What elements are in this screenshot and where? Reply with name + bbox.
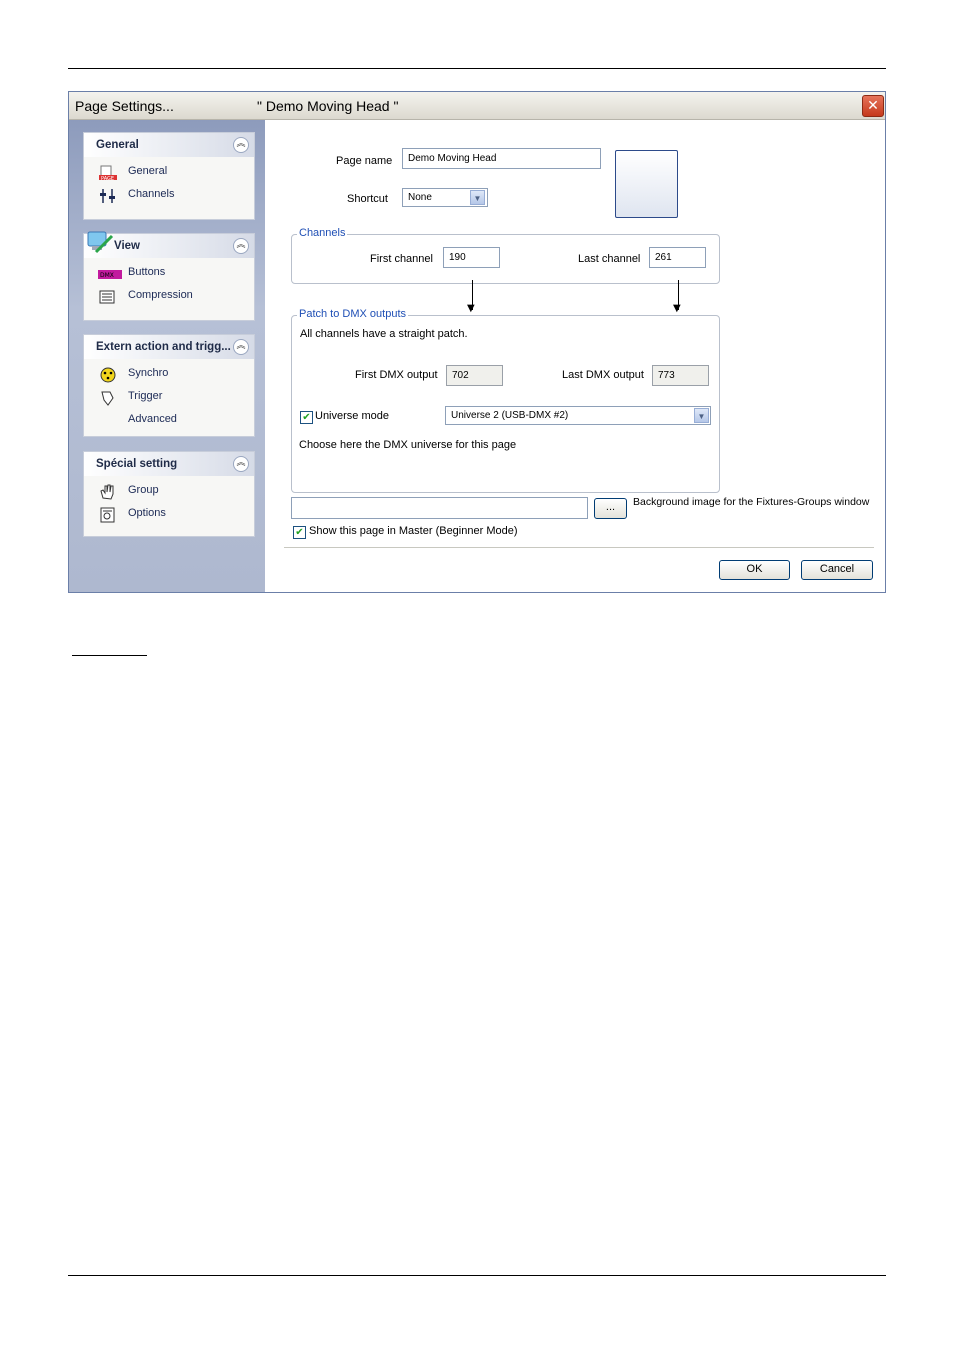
first-channel-input[interactable] [443, 247, 500, 268]
collapse-icon[interactable]: ︽ [233, 137, 249, 153]
options-icon [98, 507, 118, 523]
sidebar-item-label: Synchro [128, 367, 169, 379]
close-icon: ✕ [867, 98, 879, 114]
panel-view: View ︽ DMX Buttons Compression [83, 231, 255, 321]
close-button[interactable]: ✕ [862, 95, 884, 117]
page-icon: PAGE [98, 165, 118, 182]
shortcut-select[interactable]: None ▼ [402, 188, 488, 207]
synchro-icon [98, 367, 118, 383]
collapse-icon[interactable]: ︽ [233, 238, 249, 254]
sidebar-item-options[interactable]: Options [84, 503, 254, 526]
universe-mode-label: Universe mode [315, 410, 389, 422]
panel-general: General ︽ PAGE General Channels [83, 132, 255, 220]
background-image-label: Background image for the Fixtures-Groups… [633, 496, 870, 508]
svg-text:PAGE: PAGE [101, 176, 114, 181]
first-dmx-output [446, 365, 503, 386]
chevron-down-icon[interactable]: ▼ [694, 408, 709, 423]
sidebar-item-compression[interactable]: Compression [84, 285, 254, 308]
ok-button[interactable]: OK [719, 560, 790, 580]
collapse-icon[interactable]: ︽ [233, 339, 249, 355]
first-channel-label: First channel [370, 253, 433, 265]
page-name-input[interactable] [402, 148, 601, 169]
sidebar-item-label: Compression [128, 289, 193, 301]
sidebar-item-label: Buttons [128, 266, 166, 278]
first-dmx-label: First DMX output [355, 369, 438, 381]
shortcut-label: Shortcut [347, 193, 388, 205]
panel-header-general[interactable]: General ︽ [84, 133, 254, 157]
background-image-input[interactable] [291, 497, 588, 519]
sidebar-item-advanced[interactable]: Advanced [84, 409, 254, 432]
view-icon [86, 228, 114, 260]
patch-note: All channels have a straight patch. [300, 328, 468, 340]
channels-legend: Channels [297, 227, 348, 239]
page-color-preview[interactable] [615, 150, 678, 218]
faders-icon [98, 188, 118, 204]
browse-button[interactable]: ... [594, 498, 627, 519]
dialog-title: Page Settings... [75, 98, 174, 114]
sidebar-item-buttons[interactable]: DMX Buttons [84, 262, 254, 285]
panel-header-view[interactable]: View ︽ [84, 231, 254, 258]
arrow-down-icon: ▼ [673, 303, 681, 314]
panel-header-extern-action[interactable]: Extern action and trigg... ︽ [84, 335, 254, 359]
sidebar-item-group[interactable]: Group [84, 480, 254, 503]
sidebar-item-general[interactable]: PAGE General [84, 161, 254, 184]
page-name-label: Page name [336, 155, 393, 167]
settings-main: Page name Shortcut None ▼ Channels First… [265, 120, 885, 592]
universe-select[interactable]: Universe 2 (USB-DMX #2) ▼ [445, 406, 711, 425]
sidebar: General ︽ PAGE General Channels View ︽ D… [69, 120, 265, 592]
universe-hint: Choose here the DMX universe for this pa… [299, 439, 517, 451]
sidebar-item-label: Advanced [128, 413, 177, 425]
universe-mode-checkbox[interactable]: ✔ [300, 411, 313, 424]
patch-legend: Patch to DMX outputs [297, 308, 408, 320]
arrow-down-icon: ▼ [467, 303, 475, 314]
sidebar-item-label: Options [128, 507, 166, 519]
panel-title: Spécial setting [96, 458, 178, 470]
panel-title: General [96, 139, 139, 151]
sidebar-item-label: Group [128, 484, 159, 496]
heading-underline [72, 655, 147, 656]
last-dmx-output [652, 365, 709, 386]
last-channel-input[interactable] [649, 247, 706, 268]
last-dmx-label: Last DMX output [562, 369, 644, 381]
panel-extern-action: Extern action and trigg... ︽ Synchro Tri… [83, 334, 255, 437]
trigger-icon [98, 390, 118, 406]
compression-icon [98, 289, 118, 305]
patch-group [291, 315, 720, 493]
divider [284, 547, 874, 548]
sidebar-item-trigger[interactable]: Trigger [84, 386, 254, 409]
collapse-icon[interactable]: ︽ [233, 456, 249, 472]
buttons-icon: DMX [98, 266, 122, 282]
last-channel-label: Last channel [578, 253, 641, 265]
shortcut-value: None [408, 192, 432, 203]
hand-icon [98, 484, 118, 500]
panel-special-setting: Spécial setting ︽ Group Options [83, 451, 255, 537]
header-rule [68, 68, 886, 69]
cancel-button[interactable]: Cancel [801, 560, 873, 580]
sidebar-item-label: General [128, 165, 168, 177]
chevron-down-icon[interactable]: ▼ [470, 190, 485, 205]
sidebar-item-label: Channels [128, 188, 175, 200]
universe-value: Universe 2 (USB-DMX #2) [451, 410, 569, 421]
show-in-master-checkbox[interactable]: ✔ [293, 526, 306, 539]
sidebar-item-label: Trigger [128, 390, 163, 402]
svg-text:DMX: DMX [100, 272, 114, 279]
panel-title: Extern action and trigg... [96, 341, 231, 353]
panel-header-special-setting[interactable]: Spécial setting ︽ [84, 452, 254, 476]
sidebar-item-channels[interactable]: Channels [84, 184, 254, 207]
panel-title: View [114, 240, 140, 252]
dialog-page-label: " Demo Moving Head " [257, 98, 399, 114]
page-settings-dialog: Page Settings... " Demo Moving Head " ✕ … [68, 91, 886, 593]
footer-rule [68, 1275, 886, 1276]
title-bar[interactable]: Page Settings... " Demo Moving Head " ✕ [69, 92, 885, 120]
sidebar-item-synchro[interactable]: Synchro [84, 363, 254, 386]
show-in-master-label: Show this page in Master (Beginner Mode) [309, 525, 518, 537]
